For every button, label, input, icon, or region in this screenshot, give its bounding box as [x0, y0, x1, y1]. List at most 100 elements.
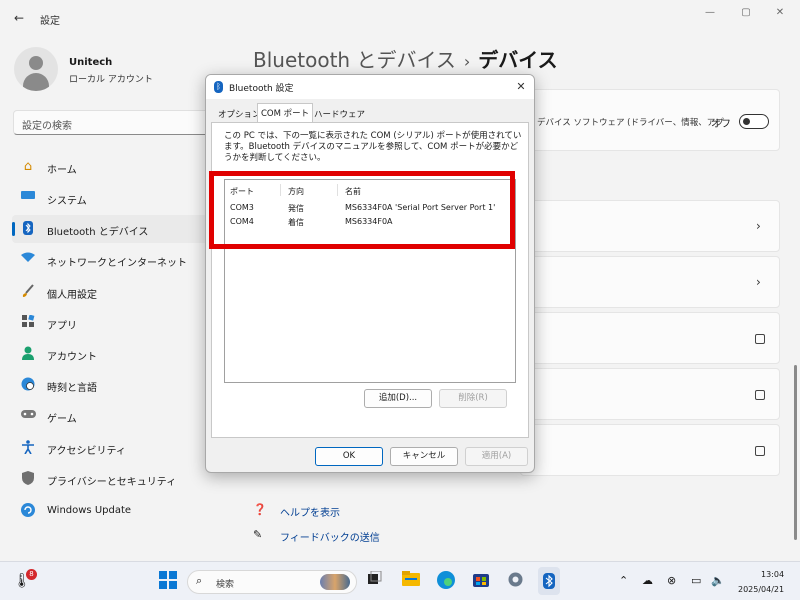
- com-ports-description: この PC では、下の一覧に表示された COM (シリアル) ポートが使用されて…: [224, 131, 522, 163]
- taskbar-search-input[interactable]: ⌕ 検索: [187, 570, 357, 594]
- chevron-right-icon: ›: [756, 219, 761, 233]
- scrollbar[interactable]: [794, 365, 797, 540]
- gamepad-icon: [20, 408, 36, 424]
- settings-card-1[interactable]: ›: [520, 200, 780, 252]
- cancel-button[interactable]: キャンセル: [390, 447, 458, 466]
- sidebar-item-label: アプリ: [47, 321, 77, 332]
- network-icon[interactable]: ▭: [691, 574, 701, 587]
- apply-button[interactable]: 適用(A): [465, 447, 528, 466]
- metered-download-toggle[interactable]: [739, 114, 769, 129]
- settings-card-4[interactable]: [520, 368, 780, 420]
- back-button[interactable]: ←: [10, 10, 28, 26]
- highlight-box: [209, 171, 515, 249]
- remove-button[interactable]: 削除(R): [439, 389, 507, 408]
- volume-icon[interactable]: 🔈: [711, 574, 725, 587]
- monitor-icon: [20, 190, 36, 206]
- user-name: Unitech: [69, 57, 113, 68]
- bluetooth-settings-dialog: ᛒ Bluetooth 設定 ✕ オプション COM ポート ハードウェア この…: [205, 74, 535, 473]
- home-icon: ⌂: [23, 159, 33, 174]
- sidebar-item-bluetooth[interactable]: Bluetooth とデバイス: [12, 215, 212, 243]
- settings-card-3[interactable]: [520, 312, 780, 364]
- breadcrumb-parent[interactable]: Bluetooth とデバイス: [253, 48, 456, 72]
- avatar[interactable]: [14, 47, 58, 91]
- bluetooth-settings-taskbar-icon[interactable]: [538, 567, 560, 595]
- help-icon: ❓: [253, 503, 267, 516]
- chevron-right-icon: ›: [756, 275, 761, 289]
- search-icon: ⌕: [196, 574, 203, 587]
- settings-card-2[interactable]: ›: [520, 256, 780, 308]
- external-link-icon: [755, 446, 765, 456]
- sidebar-item-gaming[interactable]: ゲーム: [12, 402, 212, 430]
- cloud-icon[interactable]: ☁: [642, 574, 653, 587]
- globe-clock-icon: [20, 377, 36, 393]
- feedback-icon: ✎: [253, 528, 263, 541]
- breadcrumb-separator: ›: [463, 52, 471, 71]
- brush-icon: [20, 284, 36, 300]
- sidebar-item-home[interactable]: ⌂ ホーム: [12, 153, 212, 181]
- bluetooth-icon: ᛒ: [214, 81, 223, 93]
- taskbar: 🌡 8 ⌕ 検索 ⌃ ☁ ⊗ ▭ 🔈 13:04 2025/04/21: [0, 561, 800, 600]
- sidebar-item-accessibility[interactable]: アクセシビリティ: [12, 434, 212, 462]
- account-icon: [20, 346, 36, 362]
- taskbar-search-placeholder: 検索: [216, 580, 235, 590]
- toggle-label: オフ: [711, 119, 731, 130]
- maximize-button[interactable]: ▢: [732, 4, 760, 22]
- sidebar-item-label: ネットワークとインターネット: [47, 258, 187, 269]
- settings-card-5[interactable]: [520, 424, 780, 476]
- sidebar-item-label: プライバシーとセキュリティ: [47, 477, 177, 488]
- clock-date[interactable]: 2025/04/21: [738, 585, 784, 594]
- sidebar-item-label: Bluetooth とデバイス: [47, 227, 149, 238]
- dialog-close-button[interactable]: ✕: [512, 78, 530, 96]
- shield-icon: [20, 471, 36, 487]
- notification-badge: 8: [26, 569, 37, 580]
- accessibility-icon: [20, 440, 36, 456]
- app-title: 設定: [40, 16, 60, 27]
- sidebar-item-label: アカウント: [47, 352, 97, 363]
- clock-time[interactable]: 13:04: [761, 570, 784, 579]
- sidebar-item-label: ホーム: [47, 165, 77, 176]
- sidebar-item-privacy[interactable]: プライバシーとセキュリティ: [12, 465, 212, 493]
- help-link-label: ヘルプを表示: [280, 508, 340, 519]
- store-icon[interactable]: [471, 571, 491, 591]
- edge-icon[interactable]: [436, 571, 456, 591]
- sidebar-item-network[interactable]: ネットワークとインターネット: [12, 246, 212, 274]
- ok-button[interactable]: OK: [315, 447, 383, 466]
- sidebar-item-label: ゲーム: [47, 414, 77, 425]
- driver-download-card: デバイス ソフトウェア (ドライバー、情報、アプ オフ: [520, 89, 780, 151]
- sidebar-item-label: 個人用設定: [47, 290, 97, 301]
- sidebar-item-windows-update[interactable]: Windows Update: [12, 497, 212, 525]
- add-button[interactable]: 追加(D)...: [364, 389, 432, 408]
- task-view-icon[interactable]: [365, 570, 385, 591]
- tab-com-ports[interactable]: COM ポート: [257, 103, 314, 123]
- tab-hardware[interactable]: ハードウェア: [311, 105, 368, 123]
- sidebar-item-accounts[interactable]: アカウント: [12, 340, 212, 368]
- breadcrumb: Bluetooth とデバイス › デバイス: [253, 44, 558, 73]
- apps-icon: [20, 314, 36, 331]
- start-button[interactable]: [158, 571, 178, 591]
- search-highlight-image: [320, 574, 350, 590]
- update-icon: [20, 503, 36, 519]
- sidebar-item-apps[interactable]: アプリ: [12, 309, 212, 337]
- title-bar: ← 設定 — ▢ ✕: [0, 0, 800, 36]
- feedback-link-label: フィードバックの送信: [280, 533, 380, 544]
- bluetooth-icon: [20, 221, 36, 237]
- sidebar-item-label: システム: [47, 196, 87, 207]
- sidebar-item-label: 時刻と言語: [47, 383, 97, 394]
- settings-gear-icon[interactable]: [505, 571, 525, 591]
- minimize-button[interactable]: —: [696, 4, 724, 22]
- chevron-up-icon[interactable]: ⌃: [619, 574, 628, 587]
- sidebar-item-label: アクセシビリティ: [47, 446, 126, 457]
- dialog-title-bar: ᛒ Bluetooth 設定 ✕: [206, 75, 534, 99]
- driver-card-text: デバイス ソフトウェア (ドライバー、情報、アプ: [537, 118, 724, 128]
- sidebar-item-system[interactable]: システム: [12, 184, 212, 212]
- sidebar-item-label: Windows Update: [47, 505, 132, 516]
- external-link-icon: [755, 390, 765, 400]
- sidebar-item-personalization[interactable]: 個人用設定: [12, 278, 212, 306]
- sidebar-item-time-language[interactable]: 時刻と言語: [12, 371, 212, 399]
- file-explorer-icon[interactable]: [401, 571, 421, 591]
- close-circle-icon[interactable]: ⊗: [667, 574, 676, 587]
- page-title: デバイス: [478, 48, 558, 72]
- settings-search-input[interactable]: 設定の検索: [13, 110, 213, 135]
- close-button[interactable]: ✕: [766, 4, 794, 22]
- wifi-icon: [20, 252, 36, 268]
